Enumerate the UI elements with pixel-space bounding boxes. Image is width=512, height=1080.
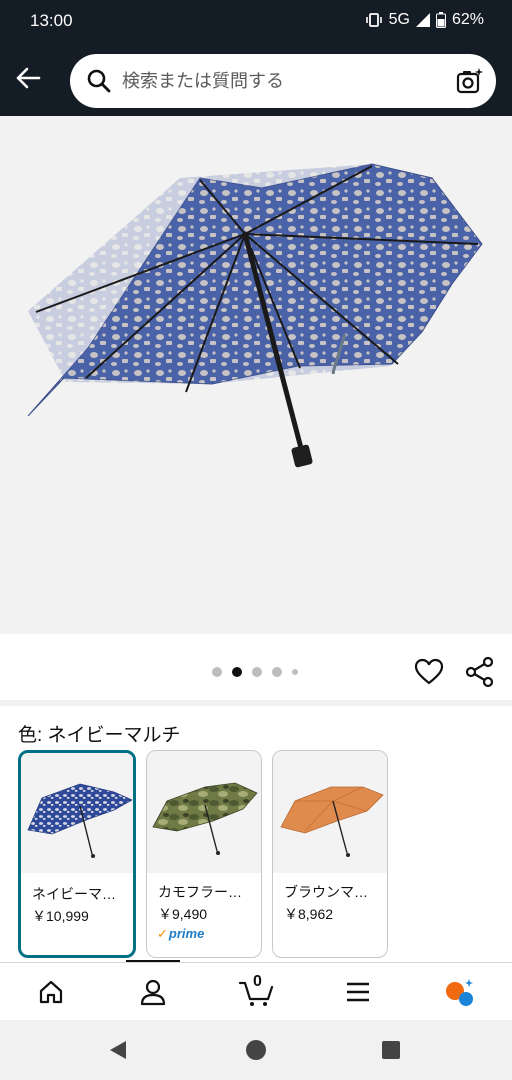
product-image[interactable] [0, 116, 512, 634]
nav-menu[interactable] [340, 975, 376, 1009]
pagination-dot[interactable] [252, 667, 262, 677]
nav-cart[interactable]: 0 [236, 973, 276, 1009]
variant-name: カモフラー… [158, 884, 242, 900]
pagination-dot-active[interactable] [232, 667, 242, 677]
battery-icon [435, 12, 446, 28]
home-icon [39, 980, 63, 1004]
status-time: 13:00 [30, 11, 73, 30]
pagination-dot[interactable] [272, 667, 282, 677]
status-bar: 13:00 5G 62% [0, 0, 512, 42]
menu-icon [347, 982, 369, 1002]
back-arrow-icon [16, 67, 41, 89]
pagination-dot[interactable] [212, 667, 222, 677]
system-home-icon[interactable] [246, 1040, 266, 1060]
account-icon [140, 979, 166, 1006]
back-button[interactable] [12, 62, 44, 94]
vibrate-icon [365, 12, 383, 28]
bottom-navigation: 0 [0, 962, 512, 1020]
battery-percent: 62% [451, 11, 484, 28]
variant-name: ブラウンマ… [284, 884, 368, 900]
variant-price: ￥9,490 [158, 906, 208, 922]
variant-price: ￥10,999 [32, 908, 89, 924]
image-controls [0, 634, 512, 702]
variant-thumbnail [273, 751, 387, 873]
pagination-dot[interactable] [292, 669, 298, 675]
cart-count: 0 [253, 973, 262, 990]
variant-name: ネイビーマ… [32, 886, 116, 902]
prime-check-icon: ✓ [157, 926, 168, 941]
prime-badge: ✓prime [157, 926, 204, 942]
umbrella-image [27, 163, 483, 468]
variant-card-navy[interactable]: ネイビーマ… ￥10,999 [18, 750, 136, 958]
nav-ai-assistant[interactable] [441, 975, 477, 1009]
heart-icon [414, 658, 444, 685]
variant-card-camo[interactable]: カモフラー… ￥9,490 ✓prime [146, 750, 262, 958]
variant-thumbnail [21, 753, 133, 873]
search-input[interactable] [122, 62, 442, 100]
status-indicators: 5G 62% [365, 11, 484, 29]
variant-thumbnail [147, 751, 261, 873]
color-selection-label: 色: ネイビーマルチ [18, 725, 181, 746]
search-icon [87, 69, 111, 93]
search-bar[interactable] [70, 54, 496, 108]
nav-account[interactable] [135, 975, 171, 1009]
wishlist-button[interactable] [413, 656, 445, 688]
section-divider [0, 700, 512, 706]
camera-search-icon[interactable] [456, 67, 484, 95]
share-icon [465, 656, 494, 688]
color-variants-list: ネイビーマ… ￥10,999 カモフラー… ￥9,490 ✓prime ブラウン… [18, 750, 388, 958]
system-recents-icon[interactable] [382, 1041, 400, 1059]
ai-assistant-icon [446, 979, 473, 1006]
system-navigation-bar [0, 1020, 512, 1080]
prime-label: prime [168, 926, 205, 941]
network-label: 5G [388, 11, 410, 28]
signal-icon [415, 13, 430, 27]
image-pagination[interactable] [212, 667, 298, 677]
variant-card-brown[interactable]: ブラウンマ… ￥8,962 [272, 750, 388, 958]
variant-price: ￥8,962 [284, 906, 334, 922]
share-button[interactable] [464, 656, 496, 688]
nav-home[interactable] [33, 975, 69, 1009]
app-header [0, 42, 512, 116]
system-back-icon[interactable] [108, 1039, 128, 1061]
